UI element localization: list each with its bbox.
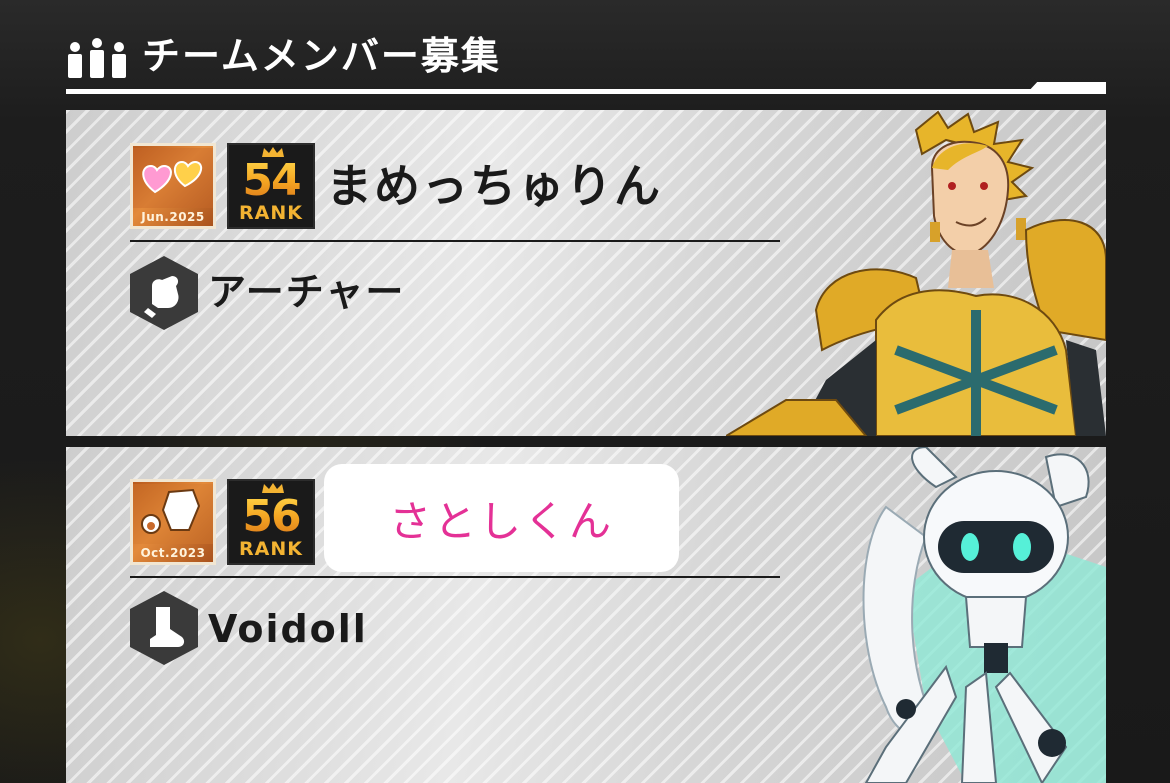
badge-date: Jun.2025: [141, 210, 205, 224]
section-header: チームメンバー募集: [66, 30, 1106, 96]
rank-label: RANK: [239, 538, 303, 560]
character-name: アーチャー: [208, 270, 406, 314]
white-robot-portrait: [862, 447, 1106, 783]
badge-date: Oct.2023: [140, 546, 206, 560]
section-title: チームメンバー募集: [142, 34, 501, 78]
name-divider: [130, 576, 780, 578]
character-name: Voidoll: [208, 607, 368, 651]
rank-number: 54: [229, 157, 313, 205]
player-name: まめっちゅりん: [326, 159, 662, 213]
fist-role-icon: [130, 256, 198, 330]
name-divider: [130, 240, 780, 242]
rank-label: RANK: [239, 202, 303, 224]
boot-role-icon: [130, 591, 198, 665]
robot-paw-badge-icon: Oct.2023: [130, 479, 216, 565]
member-card[interactable]: Oct.2023 56 RANK さとしくん Voidoll: [66, 447, 1106, 783]
player-name-box: さとしくん: [324, 464, 679, 572]
hearts-badge-icon: Jun.2025: [130, 143, 216, 229]
team-members-icon: [68, 38, 126, 78]
rank-number: 56: [229, 493, 313, 541]
golden-armor-hero-portrait: [726, 110, 1106, 436]
player-name: さとしくん: [388, 496, 614, 546]
rank-badge: 54 RANK: [227, 143, 315, 229]
rank-badge: 56 RANK: [227, 479, 315, 565]
member-card[interactable]: Jun.2025 54 RANK まめっちゅりん アーチャー: [66, 110, 1106, 436]
header-underline-cap: [1026, 82, 1106, 94]
header-underline: [66, 89, 1106, 94]
